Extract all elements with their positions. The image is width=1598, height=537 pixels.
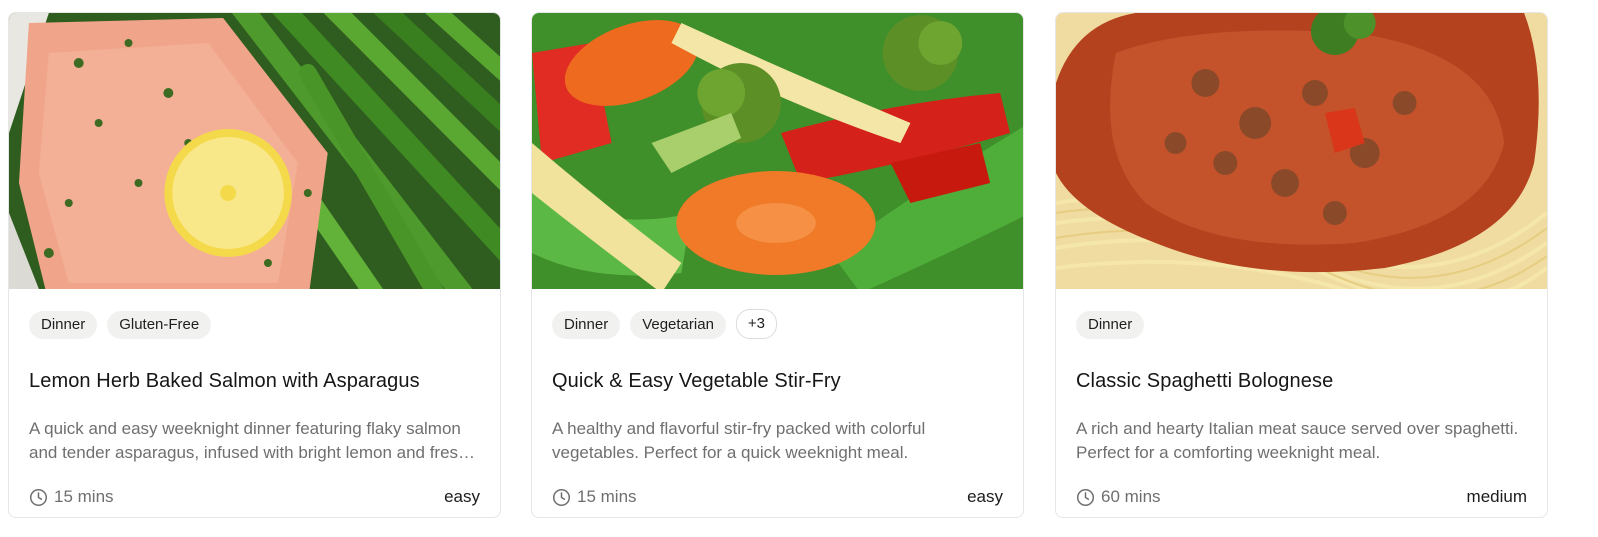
recipe-difficulty: easy [444,487,480,506]
recipe-time: 60 mins [1076,487,1161,507]
tag-chip[interactable]: Dinner [552,311,621,339]
recipe-time: 15 mins [552,487,637,507]
recipe-meta: 60 mins medium [1076,485,1527,509]
clock-icon [552,488,571,507]
tag-chip[interactable]: Dinner [29,311,98,339]
recipe-tags: Dinner [1076,311,1145,339]
recipe-title[interactable]: Classic Spaghetti Bolognese [1076,370,1527,393]
recipe-card-salmon[interactable]: Dinner Gluten-Free Lemon Herb Baked Salm… [8,12,501,518]
recipe-title[interactable]: Lemon Herb Baked Salmon with Asparagus [29,370,480,393]
recipe-description: A healthy and flavorful stir-fry packed … [552,419,926,462]
tag-chip[interactable]: Vegetarian [630,311,726,339]
recipe-time-label: 15 mins [54,487,114,506]
recipe-time: 15 mins [29,487,114,507]
recipe-card-stir-fry[interactable]: Dinner Vegetarian +3 Quick & Easy Vegeta… [531,12,1024,518]
recipe-description: A quick and easy weeknight dinner featur… [29,419,468,462]
recipe-tags: Dinner Vegetarian +3 [552,309,778,339]
recipe-difficulty: medium [1466,487,1527,506]
recipe-image-stir-fry[interactable] [532,13,1023,289]
tag-chip[interactable]: Gluten-Free [107,311,212,339]
clock-icon [29,488,48,507]
more-tags-badge[interactable]: +3 [735,309,778,339]
recipe-time-label: 60 mins [1101,487,1161,506]
recipe-time-label: 15 mins [577,487,637,506]
recipe-card-bolognese[interactable]: Dinner Classic Spaghetti Bolognese A ric… [1055,12,1548,518]
recipe-image-bolognese[interactable] [1056,13,1547,289]
tag-chip[interactable]: Dinner [1076,311,1145,339]
recipe-description: A rich and hearty Italian meat sauce ser… [1076,419,1519,462]
recipe-tags: Dinner Gluten-Free [29,311,212,339]
clock-icon [1076,488,1095,507]
recipe-image-salmon[interactable] [9,13,500,289]
recipe-difficulty: easy [967,487,1003,506]
recipe-grid: Dinner Gluten-Free Lemon Herb Baked Salm… [0,0,1598,537]
recipe-meta: 15 mins easy [552,485,1003,509]
recipe-title[interactable]: Quick & Easy Vegetable Stir-Fry [552,370,1003,393]
recipe-meta: 15 mins easy [29,485,480,509]
